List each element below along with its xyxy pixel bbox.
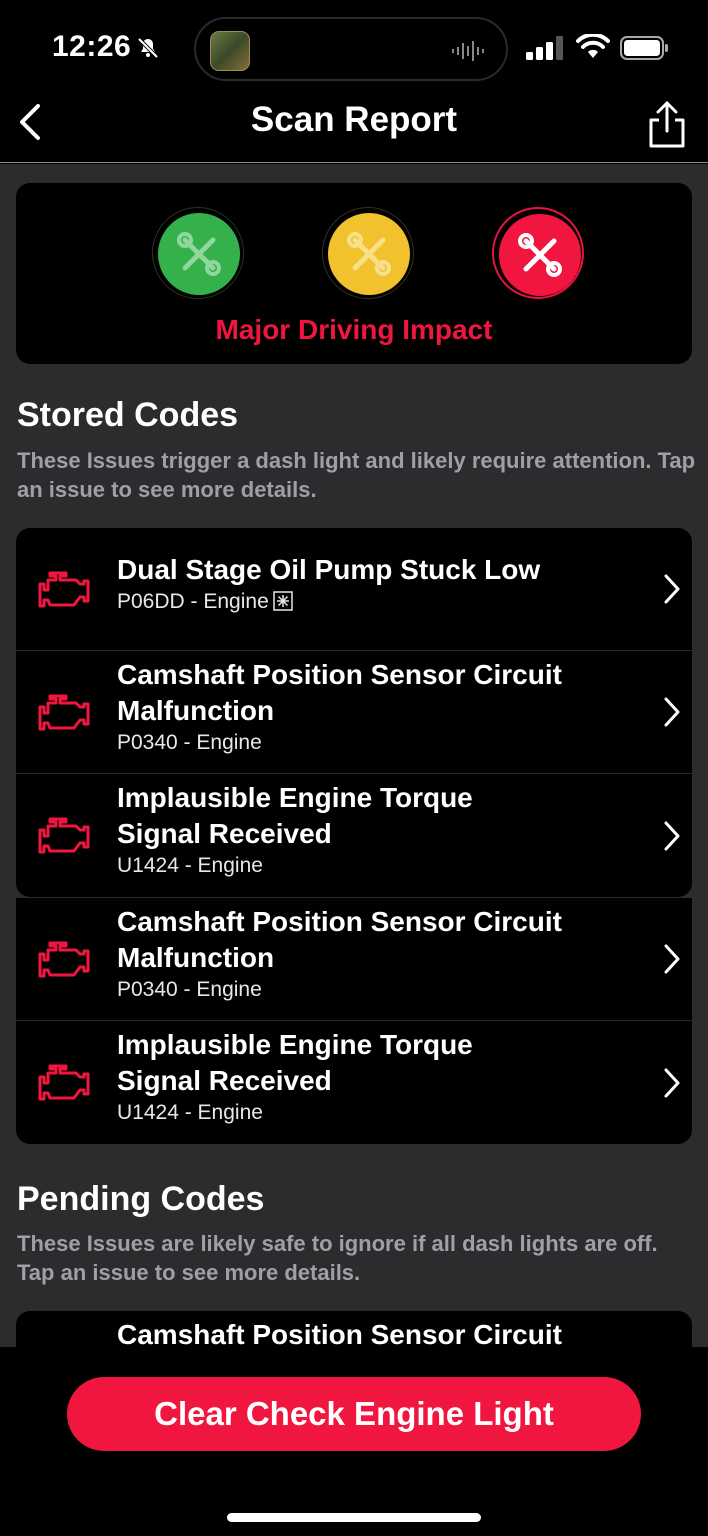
chevron-right-icon [664,821,680,850]
chevron-right-icon [664,944,680,974]
code-list-item[interactable]: Implausible Engine Torque Signal Receive… [16,774,692,897]
code-title: Implausible Engine Torque Signal Receive… [117,782,473,849]
wrench-screwdriver-icon [177,232,221,276]
code-list-item[interactable]: Camshaft Position Sensor Circuit Malfunc… [16,651,692,774]
stored-codes-description: These Issues trigger a dash light and li… [17,448,696,502]
clear-check-engine-light-button[interactable]: Clear Check Engine Light [67,1377,641,1451]
share-icon[interactable] [646,100,688,150]
chevron-right-icon [664,574,680,604]
check-engine-icon [38,1064,90,1101]
code-id: P0340 - Engine [117,978,262,1001]
freeze-frame-icon [273,591,293,611]
bell-slash-icon [137,37,159,59]
battery-icon [620,36,668,60]
signal-icon [526,36,563,60]
nav-bar: Scan Report [0,92,708,163]
impact-label: Major Driving Impact [215,314,493,345]
wifi-icon [576,34,610,58]
pending-codes-title: Pending Codes [17,1180,265,1218]
home-indicator[interactable] [227,1513,481,1522]
wrench-screwdriver-icon [347,232,391,276]
code-list-item[interactable]: Dual Stage Oil Pump Stuck Low P06DD - En… [16,528,692,651]
check-engine-icon [38,694,90,731]
check-engine-icon [38,817,90,854]
code-id: U1424 - Engine [117,854,263,877]
code-id: P0340 - Engine [117,731,262,754]
code-id: P06DD - Engine [117,590,269,613]
check-engine-icon [38,941,90,978]
scroll-content[interactable]: Major Driving Impact Stored Codes These … [0,164,708,1347]
bottom-action-bar: Clear Check Engine Light [0,1347,708,1536]
impact-light-red [492,207,584,299]
page-title: Scan Report [250,100,458,139]
code-title: Camshaft Position Sensor Circuit Malfunc… [117,659,562,726]
chevron-right-icon [664,1068,680,1097]
code-list-item[interactable]: Camshaft Position Sensor Circuit Malfunc… [16,898,692,1021]
pending-codes-description: These Issues are likely safe to ignore i… [17,1231,658,1285]
status-time: 12:26 [52,30,132,63]
app-thumbnail[interactable] [210,31,250,71]
status-bar: 12:26 [0,0,708,92]
stored-codes-title: Stored Codes [17,396,239,434]
code-title: Camshaft Position Sensor Circuit [117,1319,562,1347]
code-title: Dual Stage Oil Pump Stuck Low [117,554,541,585]
pending-codes-list: Camshaft Position Sensor Circuit [16,1311,692,1347]
dynamic-island[interactable] [194,17,508,81]
code-title: Implausible Engine Torque Signal Receive… [117,1029,473,1096]
stored-codes-list: Dual Stage Oil Pump Stuck Low P06DD - En… [16,528,692,1144]
impact-light-green [152,207,244,299]
driving-impact-card: Major Driving Impact [16,183,692,364]
code-list-item[interactable]: Camshaft Position Sensor Circuit [16,1311,692,1347]
wrench-screwdriver-icon [518,233,562,277]
code-list-item[interactable]: Implausible Engine Torque Signal Receive… [16,1021,692,1144]
code-id: U1424 - Engine [117,1101,263,1124]
check-engine-icon [38,571,90,608]
impact-light-yellow [322,207,414,299]
audio-wave-icon [452,41,484,61]
chevron-right-icon [664,697,680,727]
code-title: Camshaft Position Sensor Circuit Malfunc… [117,906,562,973]
code-subtitle: P06DD - Engine [117,590,637,614]
